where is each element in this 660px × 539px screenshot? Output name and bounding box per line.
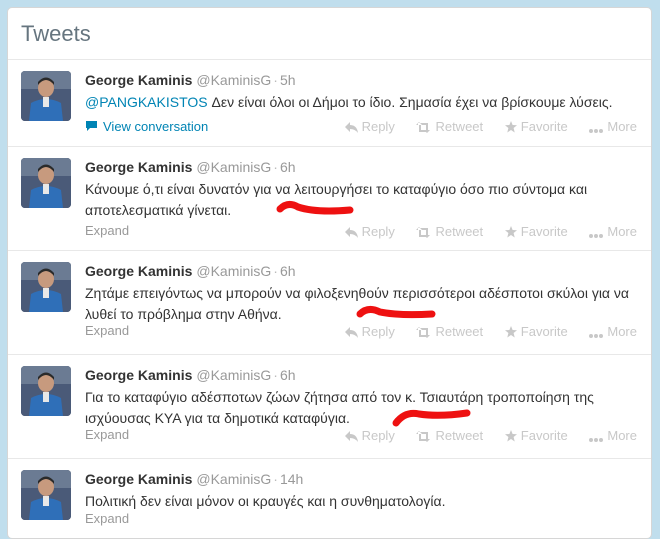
avatar[interactable] [21,262,71,312]
expand-link[interactable]: Expand [85,323,129,338]
retweet-icon [416,226,431,241]
retweet-icon [416,326,431,341]
reply-icon [344,430,358,445]
avatar[interactable] [21,158,71,208]
star-icon [504,121,517,136]
more-button[interactable]: More [589,224,637,241]
panel-title: Tweets [21,21,91,46]
reply-button[interactable]: Reply [344,428,395,445]
tweet-time[interactable]: 6h [280,367,296,383]
avatar[interactable] [21,366,71,416]
favorite-button[interactable]: Favorite [504,224,568,241]
tweet-actions: Reply Retweet Favorite More [327,428,637,445]
tweet[interactable]: George Kaminis @KaminisG · 6h Για το καταφύ… [8,355,651,459]
favorite-button[interactable]: Favorite [504,324,568,341]
tweets-panel: Tweets George Kaminis @KaminisG · 5h @PANGK… [7,7,652,539]
tweet-text: Πολιτική δεν είναι μόνον οι κραυγές και … [85,493,446,509]
tweet-username[interactable]: @KaminisG [196,263,271,279]
view-conversation-link[interactable]: View conversation [85,119,208,134]
retweet-button[interactable]: Retweet [416,324,483,341]
avatar[interactable] [21,71,71,121]
retweet-button[interactable]: Retweet [416,119,483,136]
panel-header: Tweets [8,8,651,60]
tweet[interactable]: George Kaminis @KaminisG · 5h @PANGKAKISTOS… [8,60,651,147]
tweet-fullname[interactable]: George Kaminis [85,471,192,487]
reply-icon [344,226,358,241]
separator-dot: · [273,72,278,88]
tweet[interactable]: George Kaminis @KaminisG · 14h Πολιτική δεν… [8,459,651,538]
tweet-actions: Reply Retweet Favorite More [327,119,637,136]
reply-button[interactable]: Reply [344,324,395,341]
separator-dot: · [273,159,278,175]
tweet[interactable]: George Kaminis @KaminisG · 6h Ζητάμε επειγό… [8,251,651,355]
more-dots-icon [589,226,604,241]
tweet-text: Κάνουμε ό,τι είναι δυνατόν για να λειτου… [85,181,588,218]
more-dots-icon [589,326,604,341]
tweet-actions: Reply Retweet Favorite More [327,324,637,341]
more-button[interactable]: More [589,324,637,341]
view-conversation-label: View conversation [103,119,209,134]
tweet[interactable]: George Kaminis @KaminisG · 6h Κάνουμε ό,τι … [8,147,651,251]
expand-link[interactable]: Expand [85,511,129,526]
reply-button[interactable]: Reply [344,224,395,241]
mention-link[interactable]: @PANGKAKISTOS [85,94,208,110]
favorite-button[interactable]: Favorite [504,119,568,136]
separator-dot: · [273,471,278,487]
more-dots-icon [589,121,604,136]
more-button[interactable]: More [589,428,637,445]
conversation-icon [85,120,98,131]
tweet-time[interactable]: 6h [280,263,296,279]
retweet-icon [416,430,431,445]
expand-link[interactable]: Expand [85,427,129,442]
tweet-time[interactable]: 14h [280,471,303,487]
tweet-actions: Reply Retweet Favorite More [327,224,637,241]
tweet-time[interactable]: 5h [280,72,296,88]
red-annotation-mark [276,200,354,215]
tweet-fullname[interactable]: George Kaminis [85,159,192,175]
retweet-icon [416,121,431,136]
tweet-time[interactable]: 6h [280,159,296,175]
retweet-button[interactable]: Retweet [416,224,483,241]
more-button[interactable]: More [589,119,637,136]
red-annotation-mark [392,409,471,427]
separator-dot: · [273,263,278,279]
favorite-button[interactable]: Favorite [504,428,568,445]
reply-icon [344,121,358,136]
reply-button[interactable]: Reply [344,119,395,136]
tweet-text: @PANGKAKISTOS Δεν είναι όλοι οι Δήμοι το… [85,92,637,113]
tweet-username[interactable]: @KaminisG [196,471,271,487]
star-icon [504,430,517,445]
more-dots-icon [589,430,604,445]
expand-link[interactable]: Expand [85,223,129,238]
tweet-fullname[interactable]: George Kaminis [85,72,192,88]
reply-icon [344,326,358,341]
red-annotation-mark [356,305,436,319]
tweet-username[interactable]: @KaminisG [196,367,271,383]
tweet-text: Για το καταφύγιο αδέσποτων ζώων ζήτησα α… [85,389,594,426]
tweet-text-body: Δεν είναι όλοι οι Δήμοι το ίδιο. Σημασία… [207,94,613,110]
star-icon [504,326,517,341]
tweet-fullname[interactable]: George Kaminis [85,367,192,383]
avatar[interactable] [21,470,71,520]
tweet-username[interactable]: @KaminisG [196,72,271,88]
star-icon [504,226,517,241]
tweet-username[interactable]: @KaminisG [196,159,271,175]
separator-dot: · [273,367,278,383]
tweet-fullname[interactable]: George Kaminis [85,263,192,279]
